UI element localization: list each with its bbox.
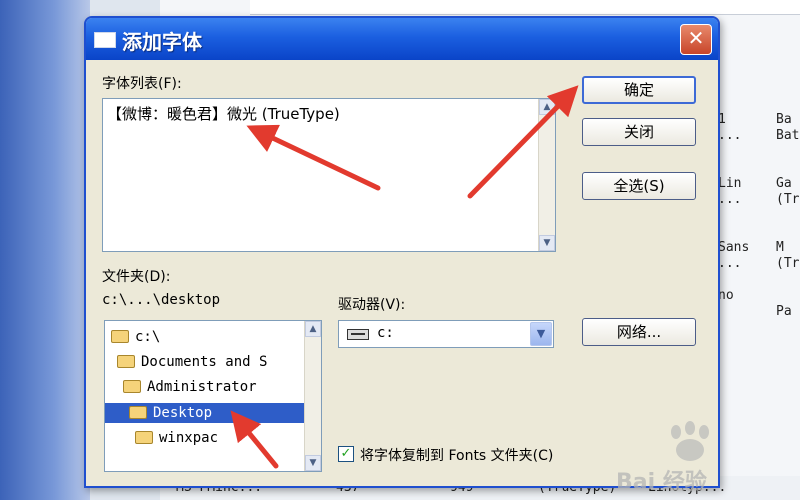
current-path: c:\...\desktop bbox=[102, 292, 221, 308]
folder-item-selected[interactable]: Desktop bbox=[105, 403, 315, 423]
select-all-button[interactable]: 全选(S) bbox=[582, 172, 696, 200]
paw-icon bbox=[671, 421, 709, 461]
folder-item-label: Administrator bbox=[147, 379, 257, 395]
font-list-item[interactable]: 【微博：暖色君】微光 (TrueType) bbox=[107, 103, 340, 124]
scroll-down-icon[interactable]: ▼ bbox=[305, 455, 321, 471]
ok-button[interactable]: 确定 bbox=[582, 76, 696, 104]
folder-item-label: winxpac bbox=[159, 430, 219, 446]
scroll-down-icon[interactable]: ▼ bbox=[539, 235, 555, 251]
fonts-folder-header bbox=[250, 0, 800, 15]
closed-folder-icon bbox=[135, 431, 153, 444]
bg-column-right: Ba Bat Ga (Tr M (Tr Pa bbox=[776, 112, 800, 319]
network-button[interactable]: 网络... bbox=[582, 318, 696, 346]
add-fonts-dialog: 添加字体 ✕ 字体列表(F): 【微博：暖色君】微光 (TrueType) ▲ … bbox=[84, 16, 720, 488]
dialog-title: 添加字体 bbox=[122, 30, 202, 54]
folder-item[interactable]: winxpac bbox=[135, 428, 222, 448]
window-icon bbox=[94, 32, 116, 48]
scroll-up-icon[interactable]: ▲ bbox=[305, 321, 321, 337]
folder-item[interactable]: Administrator bbox=[123, 377, 261, 397]
folder-item-label: c:\ bbox=[135, 329, 161, 345]
bg-column-left: 1 ... Lin ... Sans ... no bbox=[718, 112, 750, 303]
copy-fonts-label: 将字体复制到 Fonts 文件夹(C) bbox=[360, 448, 554, 464]
font-list-label: 字体列表(F): bbox=[102, 76, 182, 92]
open-folder-icon bbox=[111, 330, 129, 343]
desktop-background bbox=[0, 0, 90, 500]
folder-item[interactable]: Documents and S bbox=[117, 352, 271, 372]
open-folder-icon bbox=[123, 380, 141, 393]
folder-item-label: Documents and S bbox=[141, 354, 268, 370]
open-folder-icon bbox=[129, 406, 147, 419]
scroll-up-icon[interactable]: ▲ bbox=[539, 99, 555, 115]
baidu-watermark: Bai 经验 bbox=[616, 420, 800, 500]
drive-icon bbox=[347, 329, 369, 340]
watermark-text: Bai 经验 bbox=[616, 470, 707, 495]
close-window-button[interactable]: ✕ bbox=[680, 24, 712, 55]
close-button[interactable]: 关闭 bbox=[582, 118, 696, 146]
drives-label: 驱动器(V): bbox=[338, 297, 406, 313]
font-list[interactable]: 【微博：暖色君】微光 (TrueType) ▲ ▼ bbox=[102, 98, 556, 252]
folder-tree[interactable]: c:\ Documents and S Administrator Deskto… bbox=[104, 320, 322, 472]
copy-fonts-checkbox[interactable]: ✓ bbox=[338, 446, 354, 462]
folder-item-label: Desktop bbox=[153, 405, 213, 421]
chevron-down-icon[interactable]: ▼ bbox=[530, 322, 552, 346]
folder-item[interactable]: c:\ bbox=[111, 327, 164, 347]
drive-select[interactable]: c: ▼ bbox=[338, 320, 554, 348]
folder-tree-scrollbar[interactable]: ▲ ▼ bbox=[304, 321, 321, 471]
open-folder-icon bbox=[117, 355, 135, 368]
font-list-scrollbar[interactable]: ▲ ▼ bbox=[538, 99, 555, 251]
drive-value: c: bbox=[377, 325, 394, 341]
folder-label: 文件夹(D): bbox=[102, 269, 171, 285]
dialog-titlebar[interactable]: 添加字体 ✕ bbox=[86, 18, 718, 60]
